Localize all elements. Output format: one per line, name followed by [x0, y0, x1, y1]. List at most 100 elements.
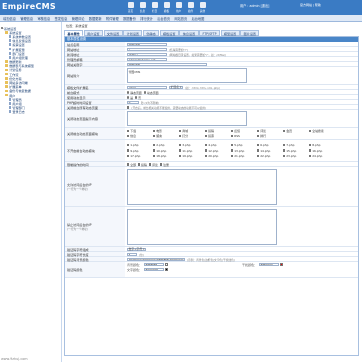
folder-icon — [5, 60, 9, 63]
top-nav-item[interactable]: 信息 — [138, 2, 147, 13]
main-nav-item[interactable]: 数据备份 — [121, 16, 138, 21]
close-reason-textarea[interactable] — [127, 111, 247, 126]
checkbox-option[interactable]: 22.php — [257, 154, 283, 158]
checkbox — [179, 134, 182, 138]
front-mode-dynamic[interactable]: 动态页面 — [143, 91, 159, 95]
checkbox-option[interactable]: 10.php — [153, 149, 179, 153]
color-swatch-icon[interactable] — [280, 263, 284, 267]
checkbox-option[interactable]: 投票 — [205, 134, 231, 138]
verify-img-input[interactable]: #000000|#000000|#FFFFFF|#000000|#FF0000 — [127, 257, 185, 262]
top-nav-item[interactable]: 模板 — [162, 2, 171, 13]
site-name-input[interactable]: 帝国CMS — [127, 42, 167, 47]
checkbox-option[interactable]: 1.php — [127, 143, 153, 147]
verify-len-input[interactable]: 4 — [127, 252, 137, 257]
user-info[interactable]: 用户：admin [退出] — [240, 3, 269, 8]
checkbox-option[interactable]: 会员 — [283, 129, 309, 133]
main-nav-item[interactable]: 增加信息 — [1, 16, 18, 21]
color-swatch-icon[interactable] — [165, 263, 169, 267]
radio-icon — [135, 96, 138, 99]
checkbox-option[interactable]: 15.php — [283, 149, 309, 153]
checkbox-option[interactable]: 20.php — [205, 154, 231, 158]
main-nav-item[interactable]: 排行统计 — [138, 16, 155, 21]
checkbox-option[interactable]: 打分 — [179, 134, 205, 138]
main-nav-item[interactable]: 管理信息 — [18, 16, 35, 21]
main-nav-item[interactable]: 数据更新 — [87, 16, 104, 21]
news-url-input[interactable]: /d/file/ — [127, 52, 167, 57]
checkbox-option[interactable]: 排行 — [257, 134, 283, 138]
checkbox-option[interactable]: 24.php — [309, 154, 335, 158]
checkbox-option[interactable]: 4.php — [205, 143, 231, 147]
main-nav-item[interactable]: 审核信息 — [35, 16, 52, 21]
checkbox-option[interactable]: 14.php — [257, 149, 283, 153]
checkbox-option[interactable]: 投稿 — [137, 162, 147, 167]
checkbox-option[interactable]: 5.php — [231, 143, 257, 147]
verify-color-input[interactable]: #FF0000 — [258, 262, 279, 267]
main-nav-item[interactable]: 管理评论 — [70, 16, 87, 21]
checkbox-option[interactable]: 12.php — [205, 149, 231, 153]
main-nav-item[interactable]: 后台地图 — [189, 16, 206, 21]
logo[interactable]: EmpireCMS — [2, 2, 56, 11]
top-nav-item[interactable]: 栏目 — [150, 2, 159, 13]
news-url-hint: (网站根目录设置，如果需要加"/"，如：/d/file/) — [169, 52, 226, 57]
keywords-input[interactable]: 帝国CMS — [127, 62, 207, 67]
header-links[interactable]: 官方网站 | 帮助 — [300, 3, 321, 7]
checkbox-option[interactable]: 2.php — [153, 143, 179, 147]
top-nav-item[interactable]: 其他 — [198, 2, 207, 13]
top-nav-item[interactable]: 用户 — [174, 2, 183, 13]
close-dynamic-checkbox[interactable] — [127, 106, 130, 109]
checkbox-option[interactable]: 3.php — [179, 143, 205, 147]
main-nav-item[interactable]: 签发信息 — [52, 16, 69, 21]
checkbox-option[interactable]: 全站搜索 — [309, 129, 335, 133]
tpl-ext-input[interactable]: .html — [127, 85, 167, 90]
top-nav-item[interactable]: 首页 — [126, 2, 135, 13]
site-url-input[interactable]: / — [127, 47, 167, 52]
checkbox-option[interactable]: 全部 — [127, 163, 136, 167]
checkbox-option[interactable]: 电影 — [153, 129, 179, 133]
checkbox-option[interactable]: 评论 — [257, 129, 283, 133]
dynamic-no[interactable]: 否 — [135, 96, 141, 100]
main-nav-item[interactable]: 后台首页 — [155, 16, 172, 21]
checkbox-option[interactable]: 8.php — [309, 143, 335, 147]
verify-color-input[interactable]: #000000 — [143, 267, 164, 272]
main-nav-item[interactable]: 附件管理 — [104, 16, 121, 21]
php-timeout-input[interactable]: 0 — [127, 100, 139, 105]
checkbox-option[interactable]: 反馈 — [231, 129, 257, 133]
checkbox-option[interactable]: 18.php — [153, 154, 179, 158]
color-swatch-icon[interactable] — [165, 268, 169, 272]
checkbox-option[interactable]: 留言 — [153, 134, 179, 138]
checkbox-option[interactable]: 17.php — [127, 154, 153, 158]
checkbox-option[interactable]: 9.php — [127, 149, 153, 153]
checkbox-option[interactable]: 商城 — [179, 129, 205, 133]
checkbox-label: 投稿 — [141, 162, 147, 167]
checkbox-label: 14.php — [260, 148, 271, 153]
main-nav-item[interactable]: 网站首页 — [172, 16, 189, 21]
checkbox-option[interactable]: 注册 — [159, 163, 169, 167]
checkbox-option[interactable]: 评论 — [148, 163, 158, 167]
top-nav-item[interactable]: 插件 — [186, 2, 195, 13]
checkbox-option[interactable]: 13.php — [231, 149, 257, 153]
checkbox-option[interactable]: 23.php — [283, 154, 309, 158]
deny-ip-textarea[interactable] — [127, 208, 277, 245]
front-mode-static[interactable]: 静态页面 — [127, 91, 142, 95]
checkbox-option[interactable]: 下载 — [127, 129, 153, 133]
sidebar-item[interactable]: 登录日志 — [0, 110, 61, 114]
verify-color-label: 干扰颜色： — [242, 262, 258, 267]
checkbox-option[interactable]: 16.php — [309, 149, 335, 153]
verify-color-input[interactable]: #FFFFFF — [143, 262, 164, 267]
allow-ip-textarea[interactable] — [127, 168, 277, 205]
tpl-ext-select[interactable]: 扩展名 ▾ — [169, 86, 183, 90]
checkbox — [283, 154, 286, 158]
checkbox-option[interactable]: 6.php — [257, 143, 283, 147]
checkbox-option[interactable]: 7.php — [283, 143, 309, 147]
desc-textarea[interactable]: 帝国CMS — [127, 68, 247, 83]
checkbox-option[interactable]: RSS — [231, 134, 257, 138]
dynamic-yes[interactable]: 是 — [127, 96, 133, 100]
checkbox-option[interactable]: 信息 — [127, 134, 153, 138]
checkbox-option[interactable]: 21.php — [231, 154, 257, 158]
checkbox — [179, 149, 182, 152]
checkbox-option[interactable]: 11.php — [179, 149, 205, 153]
checkbox-option[interactable]: 19.php — [179, 154, 205, 158]
checkbox-option[interactable]: 投稿 — [205, 129, 231, 133]
verify-type-select[interactable]: 数字+字母 ▾ — [127, 247, 147, 252]
email-input[interactable]: admin@phome.net — [127, 57, 167, 62]
